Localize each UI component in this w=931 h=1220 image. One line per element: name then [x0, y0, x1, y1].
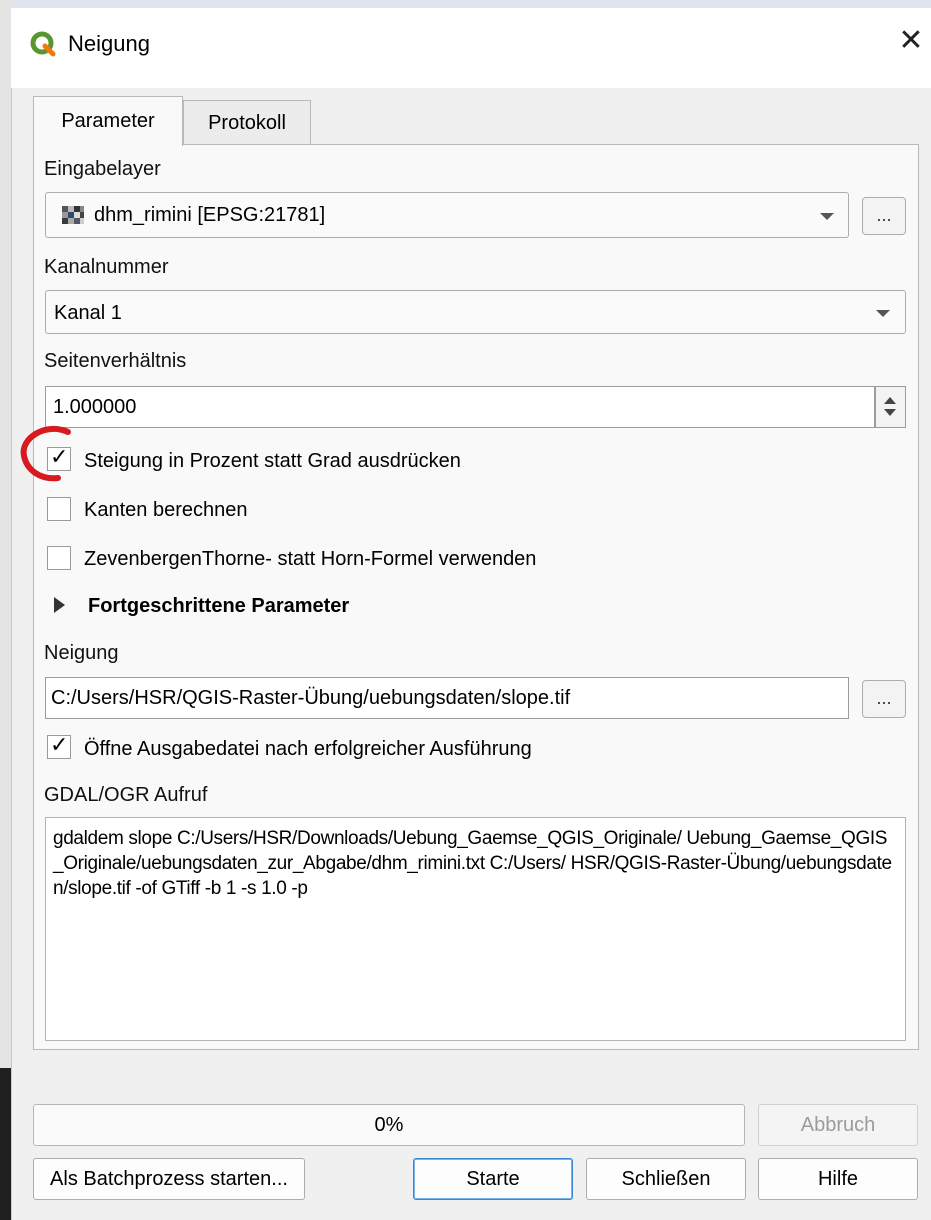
ratio-label: Seitenverhältnis: [44, 350, 187, 372]
open-output-checkbox[interactable]: ✓: [47, 733, 71, 759]
gdal-command-textarea[interactable]: gdaldem slope C:/Users/HSR/Downloads/Ueb…: [45, 817, 906, 1041]
tab-protokoll[interactable]: Protokoll: [183, 100, 311, 144]
close-icon[interactable]: ✕: [894, 24, 928, 58]
band-value: Kanal 1: [54, 302, 122, 324]
percent-checkbox-label: Steigung in Prozent statt Grad ausdrücke…: [84, 450, 461, 472]
help-button[interactable]: Hilfe: [758, 1158, 918, 1200]
ratio-spinner[interactable]: [875, 386, 906, 428]
annotation-circle: [20, 425, 71, 482]
gdal-call-label: GDAL/OGR Aufruf: [44, 784, 208, 806]
zevenbergen-checkbox-label: ZevenbergenThorne- statt Horn-Formel ver…: [84, 548, 537, 570]
output-label: Neigung: [44, 642, 119, 664]
spin-down-icon[interactable]: [884, 409, 896, 416]
progress-bar: 0%: [33, 1104, 745, 1146]
tab-parameter[interactable]: Parameter: [33, 96, 183, 146]
window-title: Neigung: [68, 31, 150, 56]
ratio-value: 1.000000: [53, 396, 137, 418]
batch-process-button[interactable]: Als Batchprozess starten...: [33, 1158, 305, 1200]
run-button[interactable]: Starte: [413, 1158, 573, 1200]
input-layer-label: Eingabelayer: [44, 158, 161, 180]
zevenbergen-checkbox[interactable]: [47, 546, 71, 570]
qgis-logo-icon: [30, 31, 56, 57]
edges-checkbox-label: Kanten berechnen: [84, 499, 248, 521]
title-bar-top-strip: [11, 0, 931, 8]
output-browse-button[interactable]: ...: [862, 680, 906, 718]
band-label: Kanalnummer: [44, 256, 169, 278]
background-window-edge: [0, 0, 12, 1220]
open-output-checkbox-label: Öffne Ausgabedatei nach erfolgreicher Au…: [84, 738, 532, 760]
band-combobox[interactable]: Kanal 1: [45, 290, 906, 334]
raster-layer-icon: [62, 206, 84, 224]
progress-text: 0%: [374, 1114, 404, 1136]
ratio-input[interactable]: 1.000000: [45, 386, 875, 428]
input-layer-value: dhm_rimini [EPSG:21781]: [94, 204, 326, 226]
gdal-command-text: gdaldem slope C:/Users/HSR/Downloads/Ueb…: [53, 828, 892, 899]
expand-triangle-icon[interactable]: [54, 597, 65, 613]
spin-up-icon[interactable]: [884, 397, 896, 404]
chevron-down-icon: [820, 213, 834, 220]
edges-checkbox[interactable]: [47, 497, 71, 521]
close-button[interactable]: Schließen: [586, 1158, 746, 1200]
abort-button[interactable]: Abbruch: [758, 1104, 918, 1146]
chevron-down-icon: [876, 310, 890, 317]
checkmark-icon: ✓: [50, 733, 69, 758]
input-layer-browse-button[interactable]: ...: [862, 197, 906, 235]
input-layer-combobox[interactable]: dhm_rimini [EPSG:21781]: [45, 192, 849, 238]
background-window-edge-dark: [0, 1068, 11, 1220]
advanced-params-toggle[interactable]: Fortgeschrittene Parameter: [88, 593, 349, 619]
output-path-input[interactable]: C:/Users/HSR/QGIS-Raster-Übung/uebungsda…: [45, 677, 849, 719]
output-path-value: C:/Users/HSR/QGIS-Raster-Übung/uebungsda…: [51, 687, 571, 709]
